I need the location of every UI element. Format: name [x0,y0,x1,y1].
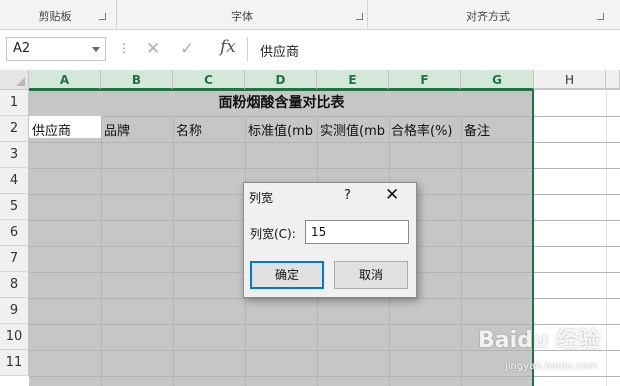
select-all-button[interactable] [0,70,29,90]
row-header-9[interactable]: 9 [0,298,29,324]
ok-button[interactable]: 确定 [250,261,324,289]
excel-window: 剪贴板 字体 对齐方式 A2 ⋮ ✕ ✓ fx 供应商 A B C D E F … [0,0,620,386]
row-header-3[interactable]: 3 [0,142,29,168]
column-header-f[interactable]: F [389,70,461,90]
formula-divider [247,37,248,61]
column-width-dialog: 列宽 ? ✕ 列宽(C): 15 确定 取消 [243,182,417,298]
chevron-down-icon[interactable] [92,47,100,52]
enter-icon[interactable]: ✓ [180,39,194,59]
row-header-1[interactable]: 1 [0,90,29,116]
column-width-input[interactable]: 15 [305,220,409,244]
dialog-launcher-icon[interactable] [99,13,106,20]
cancel-button[interactable]: 取消 [334,261,408,289]
row-header-10[interactable]: 10 [0,324,29,350]
insert-function-icon[interactable]: fx [220,37,236,57]
row-header-4[interactable]: 4 [0,168,29,194]
column-header-h[interactable]: H [534,70,606,90]
formula-bar: A2 ⋮ ✕ ✓ fx 供应商 [0,31,620,69]
column-width-label: 列宽(C): [250,227,296,241]
row-header-5[interactable]: 5 [0,194,29,220]
column-header-e[interactable]: E [317,70,389,90]
dialog-launcher-icon[interactable] [597,13,604,20]
ribbon-group-alignment: 对齐方式 [368,0,608,30]
column-header-c[interactable]: C [173,70,245,90]
dialog-launcher-icon[interactable] [356,13,363,20]
ribbon-group-label: 字体 [231,10,253,23]
row-header-6[interactable]: 6 [0,220,29,246]
ribbon-group-font: 字体 [117,0,367,30]
ribbon-group-clipboard: 剪贴板 [0,0,110,30]
dialog-title: 列宽 [249,191,274,205]
close-icon[interactable]: ✕ [385,185,399,205]
ribbon-group-bar: 剪贴板 字体 对齐方式 [0,0,620,30]
column-header-i[interactable] [606,70,620,90]
ribbon-group-label: 剪贴板 [38,10,72,23]
watermark-logo: Baidu 经验 [478,328,601,353]
help-icon[interactable]: ? [344,188,351,203]
column-header-b[interactable]: B [101,70,173,90]
name-box[interactable]: A2 [6,37,106,61]
column-header-g[interactable]: G [461,70,534,90]
name-box-value: A2 [13,41,31,56]
drag-handle-icon[interactable]: ⋮ [118,41,130,55]
row-header-2[interactable]: 2 [0,116,29,142]
row-header-7[interactable]: 7 [0,246,29,272]
cancel-icon[interactable]: ✕ [146,39,160,59]
column-header-d[interactable]: D [245,70,317,90]
row-header-11[interactable]: 11 [0,350,29,376]
gridline [606,90,607,386]
ribbon-group-label: 对齐方式 [466,10,510,23]
column-header-a[interactable]: A [29,70,101,90]
watermark-url: jingyan.baidu.com [505,361,598,372]
row-header-8[interactable]: 8 [0,272,29,298]
formula-input[interactable]: 供应商 [260,41,299,60]
